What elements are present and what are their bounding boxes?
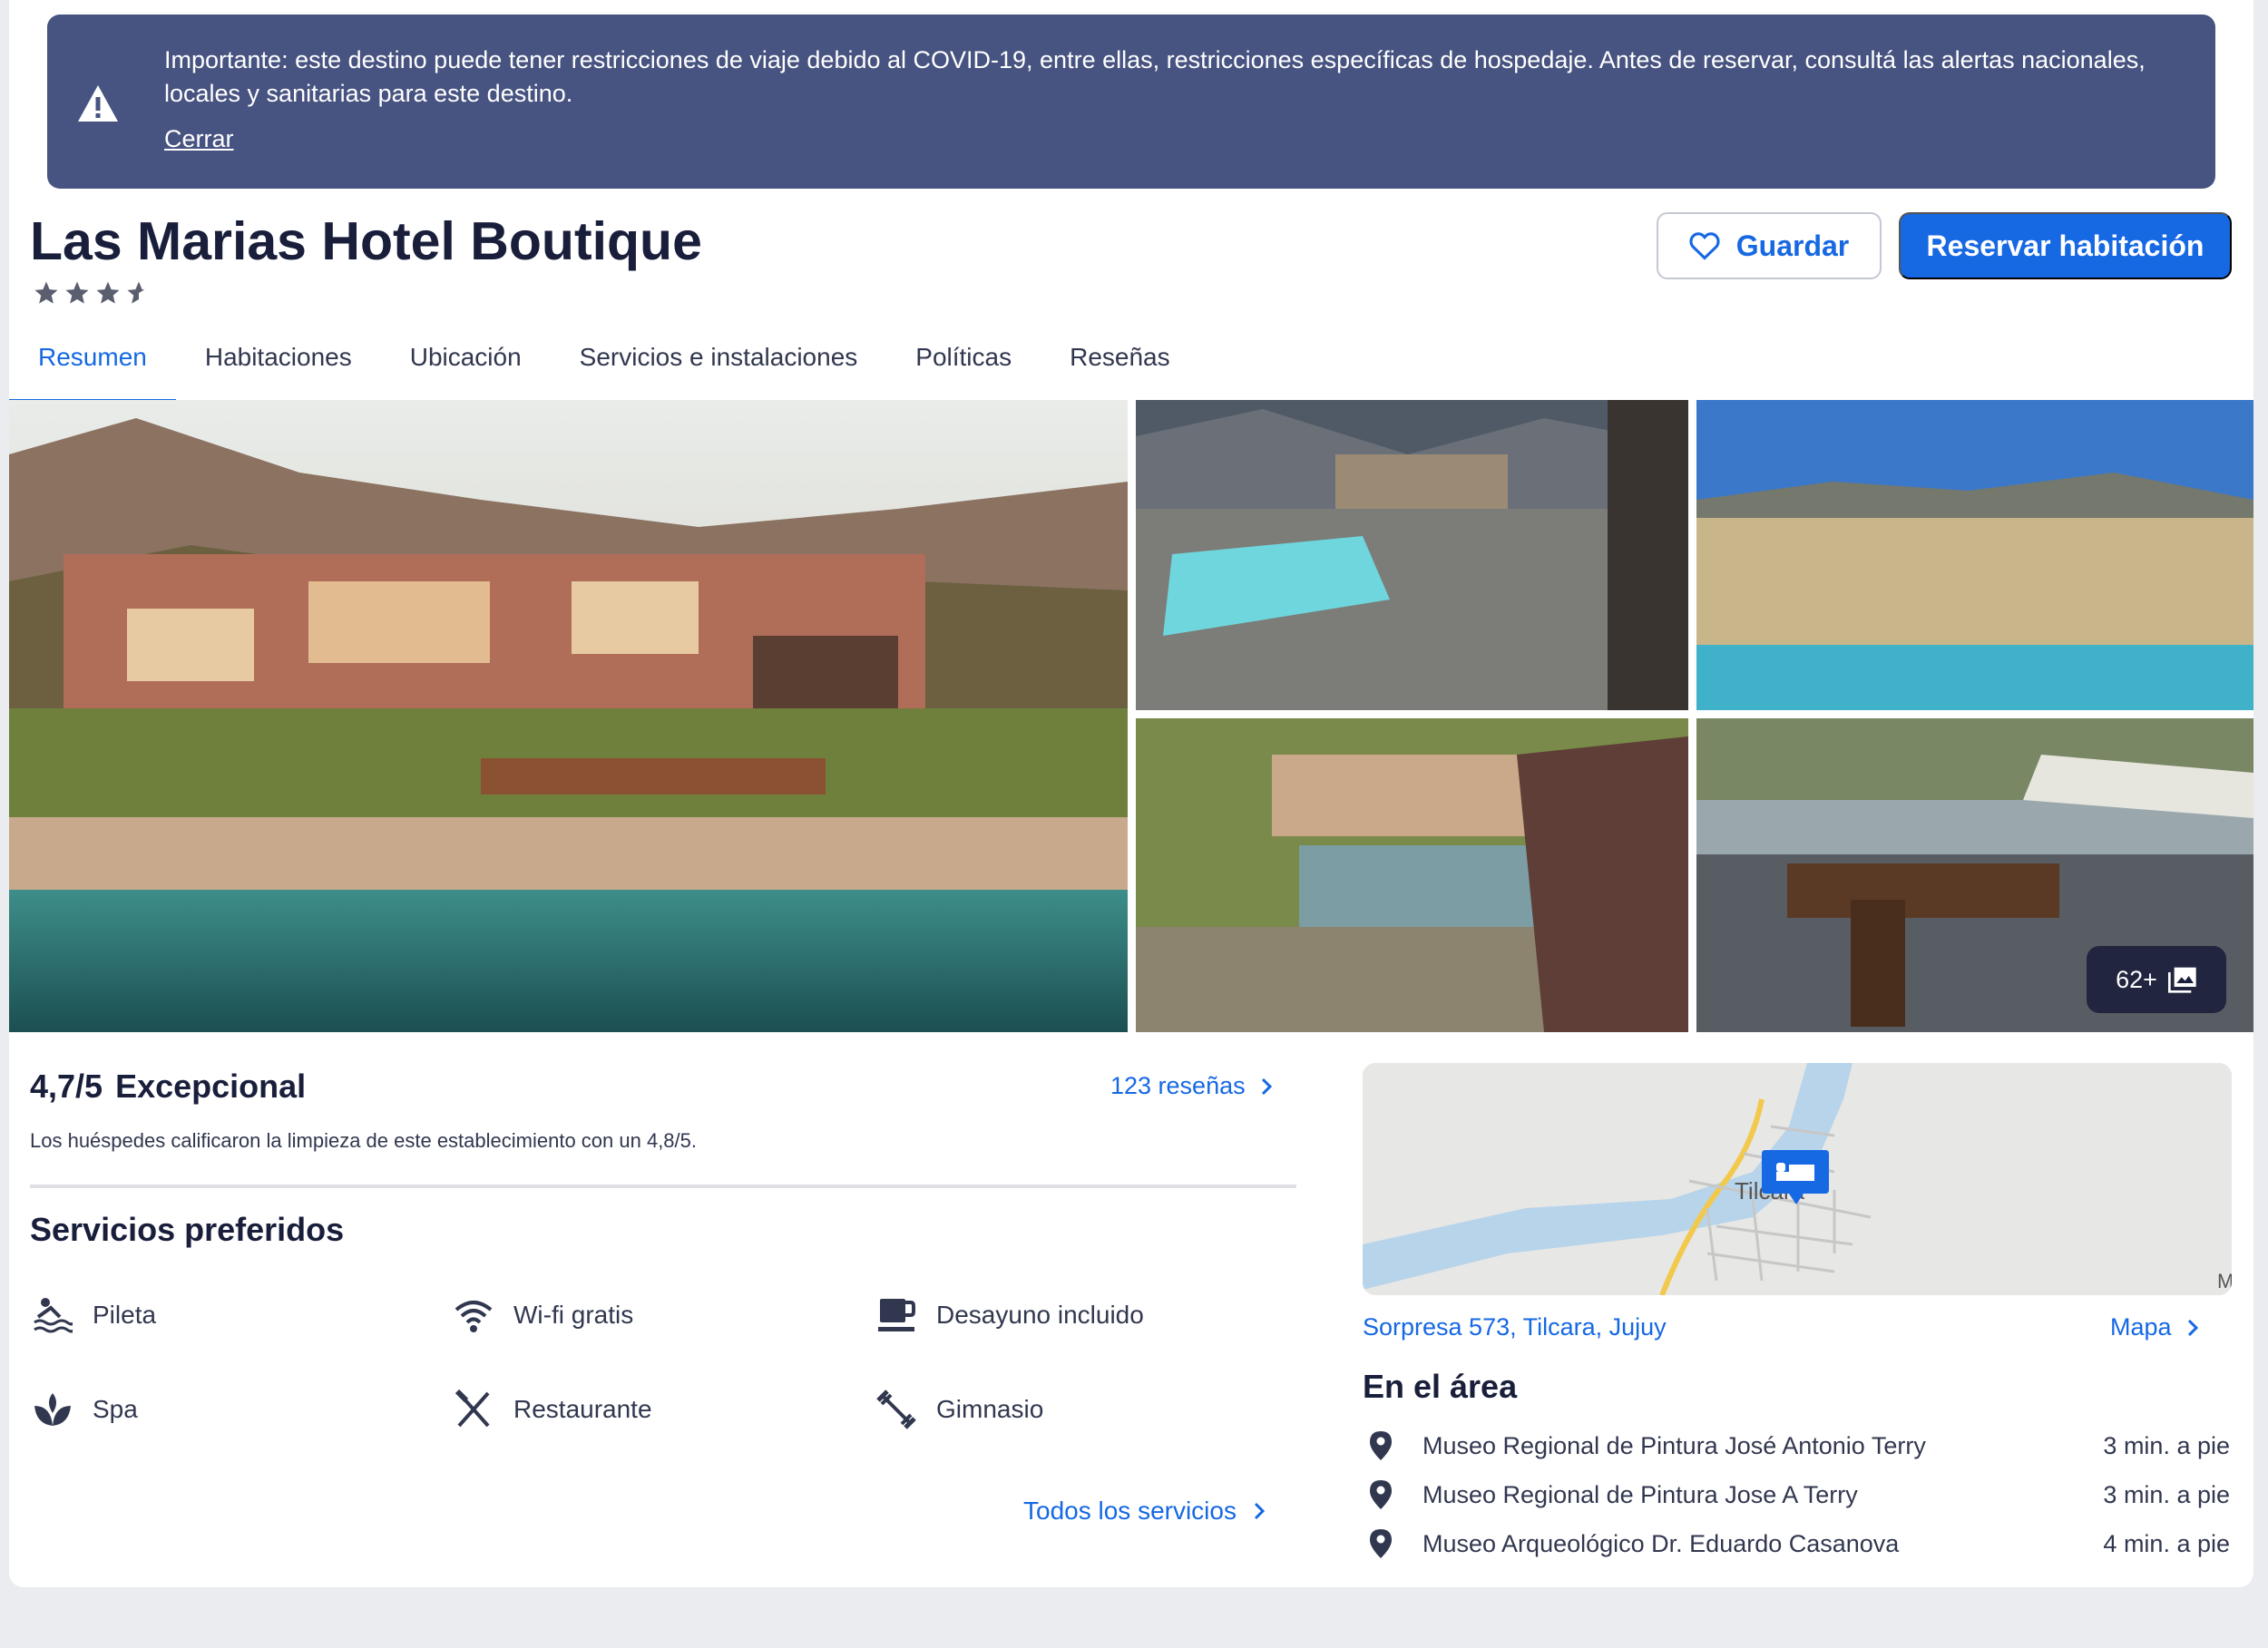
amenity-wifi: Wi-fi gratis [454,1295,633,1335]
restaurant-icon [455,1390,490,1428]
reviews-link-label: 123 reseñas [1110,1072,1246,1099]
amenity-label: Gimnasio [936,1395,1044,1423]
amenities-heading: Servicios preferidos [30,1211,345,1248]
amenity-label: Desayuno incluido [936,1301,1144,1329]
garden-pool-photo[interactable] [1136,718,1688,1032]
tab-reviews[interactable]: Reseñas [1041,327,1199,399]
heart-icon [1689,232,1720,260]
photo-count-label: 62+ [2116,965,2157,993]
nearby-place: Museo Regional de Pintura Jose A Terry 3… [1368,1477,2230,1513]
hotel-name: Las Marias Hotel Boutique [30,211,702,271]
location-pin-icon [1370,1431,1392,1460]
section-tabs: Resumen Habitaciones Ubicación Servicios… [9,327,1199,403]
hotel-address[interactable]: Sorpresa 573, Tilcara, Jujuy [1363,1313,1667,1341]
spa-icon [34,1393,71,1426]
chevron-right-icon [1261,1078,1272,1095]
location-pin-icon [1370,1529,1392,1558]
pool-night-photo[interactable] [1136,400,1688,710]
amenity-breakfast: Desayuno incluido [876,1295,1144,1335]
section-divider [30,1185,1296,1188]
amenity-label: Restaurante [513,1395,652,1423]
rating-label: Excepcional [115,1068,307,1105]
tab-policies[interactable]: Políticas [886,327,1041,399]
gallery-icon [2167,967,2196,993]
guest-rating: 4,7/5 Excepcional [30,1068,306,1106]
amenity-label: Spa [93,1395,138,1423]
amenity-restaurant: Restaurante [454,1390,652,1429]
star-icon [65,281,89,304]
walk-time: 3 min. a pie [2103,1480,2230,1508]
wifi-icon [455,1301,493,1332]
amenity-label: Wi-fi gratis [513,1301,634,1329]
pool-icon [34,1298,73,1333]
amenity-pool: Pileta [33,1295,156,1335]
map-corner-label: M [2217,1270,2232,1292]
breakfast-icon [878,1299,915,1331]
save-button[interactable]: Guardar [1657,212,1882,279]
main-hotel-photo[interactable] [9,400,1128,1032]
nearby-place: Museo Arqueológico Dr. Eduardo Casanova … [1368,1526,2230,1562]
pool-reeds-photo[interactable] [1696,400,2253,710]
tab-amenities[interactable]: Servicios e instalaciones [551,327,887,399]
half-star-icon [127,281,145,304]
book-room-button[interactable]: Reservar habitación [1899,212,2232,279]
reviews-link[interactable]: 123 reseñas [1110,1072,1273,1100]
place-name: Museo Regional de Pintura José Antonio T… [1422,1431,1926,1459]
covid-alert-banner: Importante: este destino puede tener res… [47,15,2215,189]
chevron-right-icon [1254,1502,1266,1520]
star-icon [34,281,58,304]
save-button-label: Guardar [1735,229,1850,262]
walk-time: 3 min. a pie [2103,1431,2230,1459]
tab-rooms[interactable]: Habitaciones [176,327,381,399]
location-map[interactable]: Tilcara M [1363,1063,2232,1295]
nearby-place: Museo Regional de Pintura José Antonio T… [1368,1428,2230,1464]
tab-summary[interactable]: Resumen [9,327,176,403]
chevron-right-icon [2187,1319,2198,1336]
walk-time: 4 min. a pie [2103,1529,2230,1557]
warning-icon [78,85,118,122]
all-services-link[interactable]: Todos los servicios [1023,1497,1266,1526]
book-button-label: Reservar habitación [1926,229,2204,262]
map-link-label: Mapa [2110,1313,2172,1341]
amenity-label: Pileta [93,1301,157,1329]
photo-count-button[interactable]: 62+ [2087,946,2226,1013]
cleanliness-note: Los huéspedes calificaron la limpieza de… [30,1129,698,1152]
amenity-spa: Spa [33,1390,138,1429]
star-icon [96,281,120,304]
alert-message: Importante: este destino puede tener res… [164,46,2146,107]
amenity-gym: Gimnasio [876,1390,1043,1429]
place-name: Museo Regional de Pintura Jose A Terry [1422,1480,1858,1508]
area-heading: En el área [1363,1368,1518,1405]
map-link[interactable]: Mapa [2110,1313,2199,1341]
place-name: Museo Arqueológico Dr. Eduardo Casanova [1422,1529,1900,1557]
location-pin-icon [1370,1480,1392,1509]
gym-icon [876,1390,916,1429]
all-services-label: Todos los servicios [1023,1497,1237,1525]
rating-score: 4,7/5 [30,1068,103,1105]
tab-location[interactable]: Ubicación [381,327,551,399]
star-rating [33,279,152,307]
close-alert-link[interactable]: Cerrar [164,125,234,153]
